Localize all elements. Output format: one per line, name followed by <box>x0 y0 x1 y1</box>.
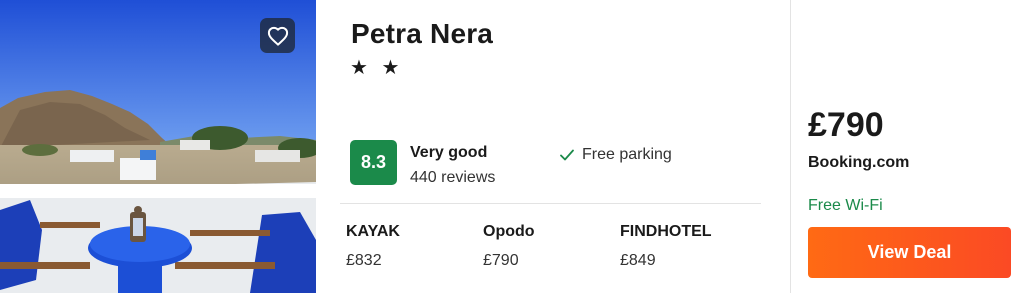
deal-perk: Free Wi-Fi <box>808 197 883 214</box>
provider-name-opodo[interactable]: Opodo <box>483 223 535 241</box>
view-deal-button[interactable]: View Deal <box>808 227 1011 278</box>
column-divider <box>790 0 791 293</box>
review-rating-label: Very good <box>410 144 488 161</box>
review-score-badge: 8.3 <box>350 140 397 185</box>
provider-price-kayak[interactable]: £832 <box>346 252 382 270</box>
review-count[interactable]: 440 reviews <box>410 169 495 187</box>
hotel-photo[interactable] <box>0 0 316 293</box>
hotel-name[interactable]: Petra Nera <box>351 18 493 50</box>
favorite-button[interactable] <box>260 18 295 53</box>
best-price-provider: Booking.com <box>808 154 910 171</box>
heart-icon <box>267 26 288 46</box>
hotel-result-card[interactable]: Petra Nera ★ ★ 8.3 Very good 440 reviews… <box>0 0 1024 293</box>
best-price: £790 <box>808 106 884 144</box>
provider-name-kayak[interactable]: KAYAK <box>346 223 400 241</box>
provider-price-opodo[interactable]: £790 <box>483 252 519 270</box>
check-icon <box>560 149 574 161</box>
amenity-label: Free parking <box>582 146 672 163</box>
provider-price-findhotel[interactable]: £849 <box>620 252 656 270</box>
star-rating: ★ ★ <box>350 57 404 79</box>
provider-name-findhotel[interactable]: FINDHOTEL <box>620 223 712 241</box>
amenity-free-parking: Free parking <box>560 146 672 164</box>
divider <box>340 203 761 204</box>
